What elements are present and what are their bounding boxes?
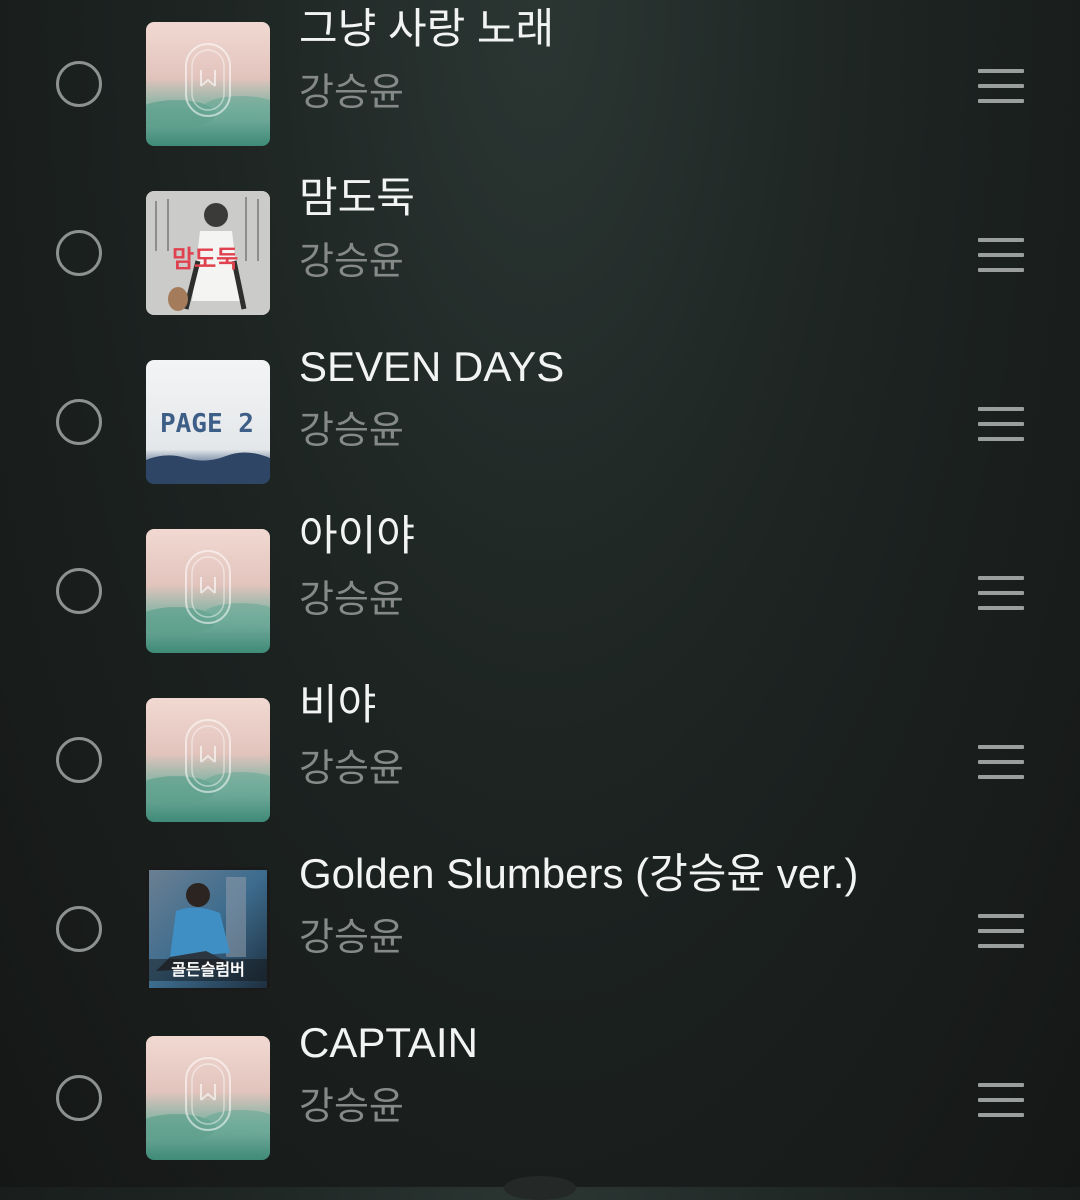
drag-handle-icon[interactable] [978, 69, 1024, 103]
album-text: 맘도둑 [172, 245, 238, 273]
track-row[interactable]: CAPTAIN 강승윤 [0, 1014, 1080, 1183]
track-list: 그냥 사랑 노래 강승윤 맘도둑 맘도둑 강승윤 PAGE 2 SEVEN DA… [0, 0, 1080, 1187]
album-art-page2-icon: PAGE 2 [146, 360, 270, 484]
select-radio[interactable] [56, 906, 102, 952]
album-art-mist-icon [146, 698, 270, 822]
album-art-photo-icon: 맘도둑 [146, 191, 270, 315]
track-artist: 강승윤 [299, 579, 404, 621]
track-row[interactable]: 맘도둑 맘도둑 강승윤 [0, 169, 1080, 338]
album-text: 골든슬럼버 [171, 960, 245, 979]
album-art-mist-icon [146, 1036, 270, 1160]
track-artist: 강승윤 [299, 72, 404, 114]
track-title[interactable]: Golden Slumbers (강승윤 ver.) [299, 853, 858, 895]
album-art-mist-icon [146, 529, 270, 653]
select-radio[interactable] [56, 1075, 102, 1121]
track-row[interactable]: PAGE 2 SEVEN DAYS 강승윤 [0, 338, 1080, 507]
drag-handle-icon[interactable] [978, 576, 1024, 610]
select-radio[interactable] [56, 230, 102, 276]
track-row[interactable]: 비야 강승윤 [0, 676, 1080, 845]
album-text: PAGE 2 [160, 409, 254, 439]
track-row[interactable]: 골든슬럼버 Golden Slumbers (강승윤 ver.) 강승윤 [0, 845, 1080, 1014]
select-radio[interactable] [56, 568, 102, 614]
track-title[interactable]: 아이야 [299, 515, 415, 557]
scroll-indicator[interactable] [504, 1176, 576, 1200]
drag-handle-icon[interactable] [978, 238, 1024, 272]
track-artist: 강승윤 [299, 241, 404, 283]
select-radio[interactable] [56, 399, 102, 445]
track-title[interactable]: 그냥 사랑 노래 [299, 8, 554, 50]
track-artist: 강승윤 [299, 410, 404, 452]
album-art-mist-icon [146, 22, 270, 146]
drag-handle-icon[interactable] [978, 745, 1024, 779]
track-artist: 강승윤 [299, 748, 404, 790]
track-title[interactable]: 맘도둑 [299, 177, 415, 219]
track-title[interactable]: CAPTAIN [299, 1022, 478, 1064]
track-row[interactable]: 그냥 사랑 노래 강승윤 [0, 0, 1080, 169]
drag-handle-icon[interactable] [978, 1083, 1024, 1117]
track-title[interactable]: 비야 [299, 684, 376, 726]
track-title[interactable]: SEVEN DAYS [299, 346, 564, 388]
drag-handle-icon[interactable] [978, 914, 1024, 948]
drag-handle-icon[interactable] [978, 407, 1024, 441]
track-artist: 강승윤 [299, 1086, 404, 1128]
select-radio[interactable] [56, 737, 102, 783]
album-art-golden-icon: 골든슬럼버 [146, 867, 270, 991]
select-radio[interactable] [56, 61, 102, 107]
track-artist: 강승윤 [299, 917, 404, 959]
track-row[interactable]: 아이야 강승윤 [0, 507, 1080, 676]
